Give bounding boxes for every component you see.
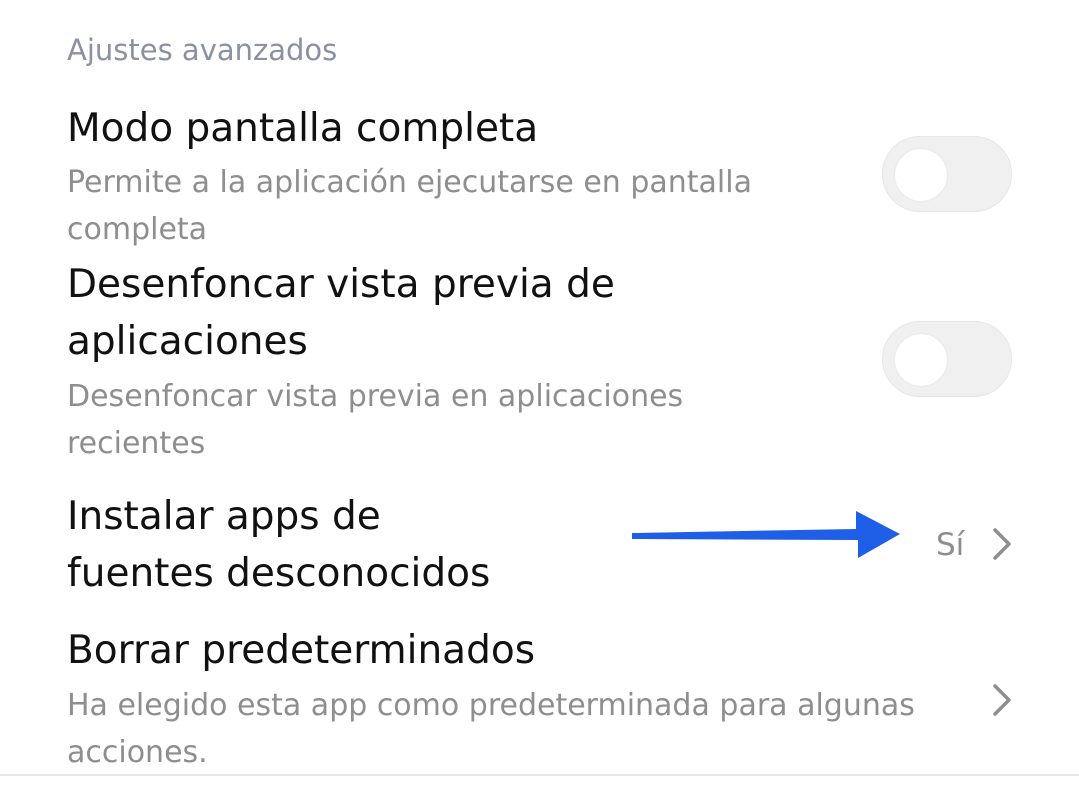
fullscreen-mode-toggle[interactable] bbox=[882, 136, 1012, 212]
setting-title: aplicaciones bbox=[67, 319, 308, 364]
advanced-settings-section-title: Ajustes avanzados bbox=[67, 33, 338, 67]
setting-description: completa bbox=[67, 212, 208, 247]
setting-title: Instalar apps de bbox=[67, 494, 381, 539]
setting-value: Sí bbox=[936, 527, 965, 563]
setting-title: fuentes desconocidos bbox=[67, 551, 491, 596]
setting-description: Ha elegido esta app como predeterminada … bbox=[67, 688, 915, 723]
setting-description: recientes bbox=[67, 426, 206, 461]
bottom-divider bbox=[0, 774, 1079, 776]
setting-description: Permite a la aplicación ejecutarse en pa… bbox=[67, 165, 752, 200]
setting-title: Borrar predeterminados bbox=[67, 628, 536, 673]
annotation-arrow-icon bbox=[632, 511, 900, 558]
toggle-knob bbox=[895, 334, 947, 386]
setting-title: Desenfoncar vista previa de bbox=[67, 262, 615, 307]
setting-description: Desenfoncar vista previa en aplicaciones bbox=[67, 379, 684, 414]
chevron-right-icon bbox=[993, 684, 1011, 716]
setting-description: acciones. bbox=[67, 735, 208, 770]
blur-app-preview-toggle[interactable] bbox=[882, 321, 1012, 397]
chevron-right-icon bbox=[993, 528, 1011, 560]
toggle-knob bbox=[895, 149, 947, 201]
setting-title: Modo pantalla completa bbox=[67, 106, 539, 151]
